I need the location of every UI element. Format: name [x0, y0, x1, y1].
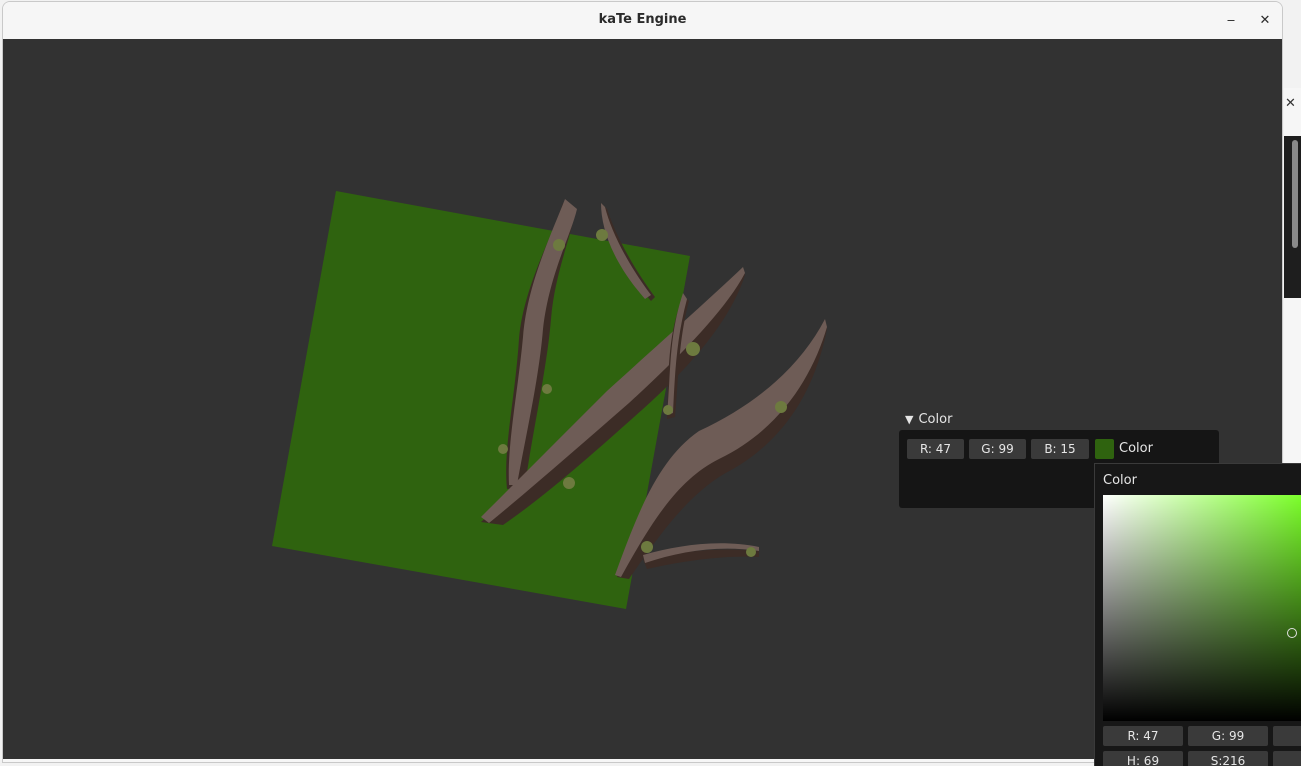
- blue-channel-input[interactable]: B: 15: [1031, 439, 1089, 459]
- side-scrollbar[interactable]: [1292, 140, 1298, 248]
- picker-cursor-icon[interactable]: [1287, 628, 1297, 638]
- triangle-down-icon: ▼: [905, 413, 914, 426]
- picker-value-input[interactable]: [1273, 751, 1301, 766]
- picker-saturation-input[interactable]: S:216: [1188, 751, 1268, 766]
- side-close-button[interactable]: ✕: [1285, 96, 1296, 111]
- minimize-button[interactable]: ‒: [1220, 11, 1242, 31]
- window-title: kaTe Engine: [598, 12, 687, 27]
- picker-hue-input[interactable]: H: 69: [1103, 751, 1183, 766]
- color-swatch-label: Color: [1119, 441, 1153, 456]
- color-swatch-button[interactable]: [1095, 439, 1114, 459]
- color-header-label: Color: [918, 412, 953, 427]
- picker-title: Color: [1103, 473, 1137, 488]
- close-button[interactable]: ✕: [1254, 11, 1276, 31]
- picker-blue-input[interactable]: [1273, 726, 1301, 746]
- picker-red-input[interactable]: R: 47: [1103, 726, 1183, 746]
- red-channel-input[interactable]: R: 47: [907, 439, 964, 459]
- engine-window: kaTe Engine ‒ ✕: [2, 1, 1283, 763]
- color-collapsing-header[interactable]: ▼ Color: [905, 412, 952, 427]
- color-picker-popup: Color R: 47 G: 99 H: 69 S:216: [1094, 463, 1301, 766]
- green-channel-input[interactable]: G: 99: [969, 439, 1026, 459]
- title-bar[interactable]: kaTe Engine ‒ ✕: [3, 2, 1282, 40]
- saturation-value-square[interactable]: [1103, 495, 1301, 721]
- picker-green-input[interactable]: G: 99: [1188, 726, 1268, 746]
- scene-render: [272, 191, 827, 609]
- 3d-viewport[interactable]: [3, 39, 1282, 759]
